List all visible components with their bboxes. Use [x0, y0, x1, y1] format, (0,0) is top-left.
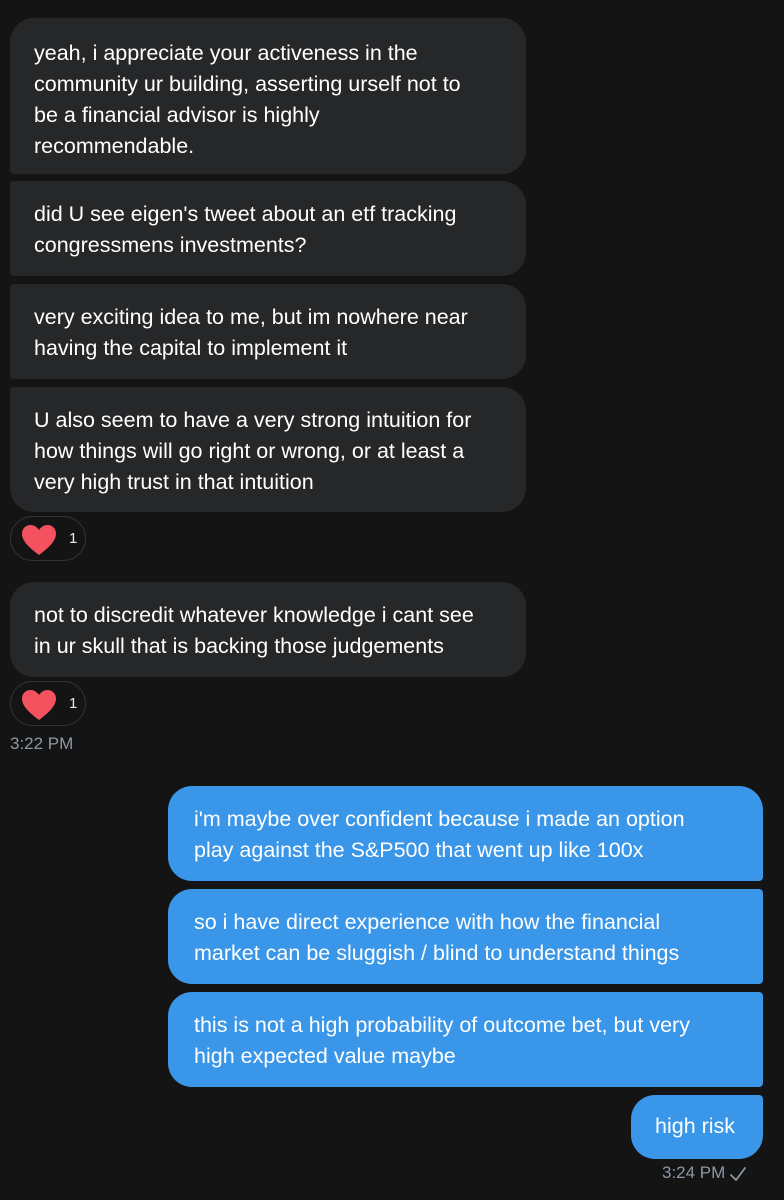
- outgoing-message[interactable]: high risk: [631, 1095, 763, 1159]
- reaction-count: 1: [69, 530, 78, 547]
- message-line: did U see eigen's tweet about an etf tra…: [34, 202, 457, 226]
- message-line: play against the S&P500 that went up lik…: [194, 838, 644, 862]
- message-timestamp: 3:22 PM: [10, 734, 74, 753]
- message-timestamp: 3:24 PM: [662, 1163, 726, 1182]
- message-line: in ur skull that is backing those judgem…: [34, 634, 444, 658]
- checkmark-icon: [730, 1166, 747, 1181]
- message-line: very exciting idea to me, but im nowhere…: [34, 305, 468, 329]
- message-line: be a financial advisor is highly: [34, 103, 320, 127]
- incoming-message[interactable]: not to discredit whatever knowledge i ca…: [10, 582, 526, 677]
- incoming-message[interactable]: U also seem to have a very strong intuit…: [10, 387, 526, 512]
- message-line: this is not a high probability of outcom…: [194, 1013, 690, 1037]
- message-timestamp-row: 3:24 PM: [662, 1162, 747, 1184]
- message-line: yeah, i appreciate your activeness in th…: [34, 41, 418, 65]
- message-line: high risk: [655, 1114, 736, 1138]
- incoming-message[interactable]: did U see eigen's tweet about an etf tra…: [10, 181, 526, 276]
- incoming-message[interactable]: yeah, i appreciate your activeness in th…: [10, 18, 526, 174]
- message-line: congressmens investments?: [34, 233, 307, 257]
- heart-icon: [22, 525, 56, 555]
- message-line: community ur building, asserting urself …: [34, 72, 461, 96]
- message-line: having the capital to implement it: [34, 336, 348, 360]
- heart-icon: [22, 690, 56, 720]
- outgoing-message[interactable]: i'm maybe over confident because i made …: [168, 786, 763, 881]
- heart-reaction[interactable]: 1: [10, 516, 86, 561]
- message-line: high expected value maybe: [194, 1044, 456, 1068]
- reaction-count: 1: [69, 695, 78, 712]
- outgoing-message[interactable]: so i have direct experience with how the…: [168, 889, 763, 984]
- message-line: so i have direct experience with how the…: [194, 910, 661, 934]
- message-line: i'm maybe over confident because i made …: [194, 807, 685, 831]
- message-line: recommendable.: [34, 134, 195, 158]
- message-line: U also seem to have a very strong intuit…: [34, 408, 472, 432]
- heart-reaction[interactable]: 1: [10, 681, 86, 726]
- message-line: how things will go right or wrong, or at…: [34, 439, 465, 463]
- outgoing-message[interactable]: this is not a high probability of outcom…: [168, 992, 763, 1087]
- incoming-message[interactable]: very exciting idea to me, but im nowhere…: [10, 284, 526, 379]
- message-line: very high trust in that intuition: [34, 470, 314, 494]
- message-line: market can be sluggish / blind to unders…: [194, 941, 680, 965]
- message-line: not to discredit whatever knowledge i ca…: [34, 603, 474, 627]
